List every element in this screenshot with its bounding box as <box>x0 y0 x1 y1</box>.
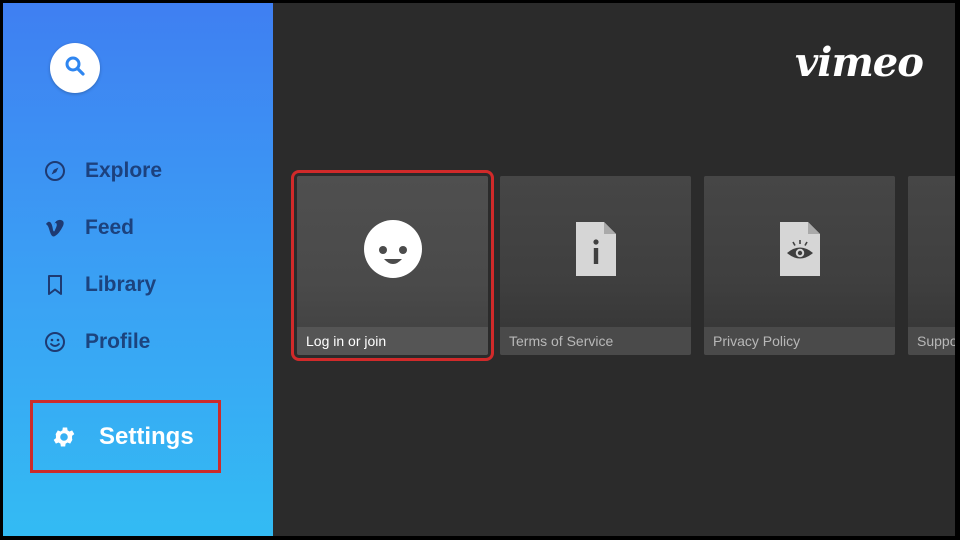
card-label: Log in or join <box>297 327 488 355</box>
sidebar-item-label: Feed <box>85 216 135 239</box>
sidebar-item-library[interactable]: Library <box>43 267 156 303</box>
card-support[interactable]: Suppo <box>908 176 955 355</box>
sidebar-item-label: Settings <box>99 422 194 450</box>
search-button[interactable] <box>50 43 100 93</box>
vimeo-logo: vimeo <box>795 39 924 86</box>
sidebar-item-label: Library <box>85 273 157 296</box>
card-label: Privacy Policy <box>704 327 895 355</box>
face-icon <box>363 219 423 284</box>
gear-icon <box>50 423 78 451</box>
smiley-icon <box>43 330 67 354</box>
sidebar-item-profile[interactable]: Profile <box>43 324 150 360</box>
card-login[interactable]: Log in or join <box>291 170 494 361</box>
card-label: Terms of Service <box>500 327 691 355</box>
card-terms[interactable]: Terms of Service <box>500 176 691 355</box>
sidebar-item-feed[interactable]: Feed <box>43 210 134 246</box>
sidebar-item-label: Explore <box>85 159 163 182</box>
sidebar-item-settings[interactable]: Settings <box>30 400 221 473</box>
document-info-icon <box>574 220 618 283</box>
compass-icon <box>43 159 67 183</box>
search-icon <box>63 54 87 83</box>
document-eye-icon <box>778 220 822 283</box>
sidebar-item-label: Profile <box>85 330 151 353</box>
card-label: Suppo <box>908 327 955 355</box>
sidebar: Explore Feed Library Profile Settings <box>3 3 273 536</box>
card-art <box>500 176 691 327</box>
card-art <box>704 176 895 327</box>
app-screen: Explore Feed Library Profile Settings vi… <box>3 3 955 536</box>
bookmark-icon <box>43 273 67 297</box>
vimeo-v-icon <box>43 216 67 240</box>
card-art <box>908 176 955 327</box>
card-privacy[interactable]: Privacy Policy <box>704 176 895 355</box>
sidebar-item-explore[interactable]: Explore <box>43 153 162 189</box>
card-art <box>297 176 488 327</box>
